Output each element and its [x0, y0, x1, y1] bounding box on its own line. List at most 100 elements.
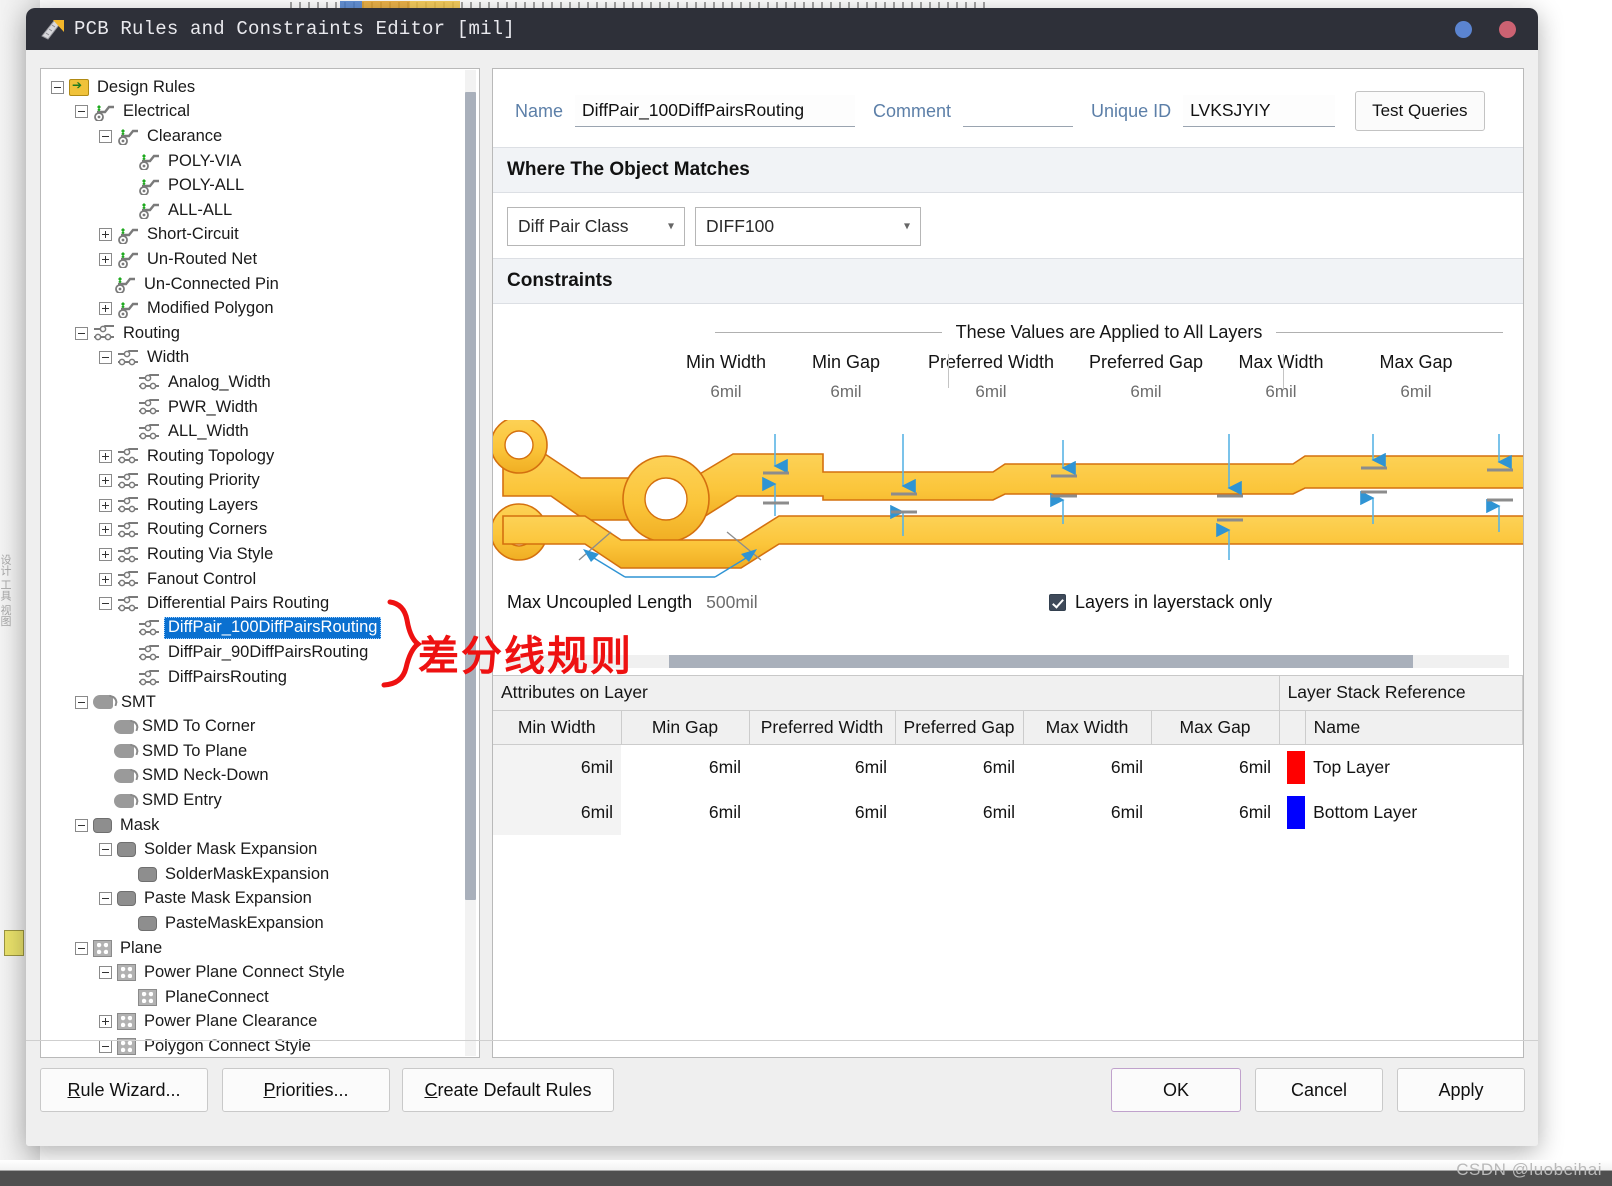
ok-button[interactable]: OK: [1111, 1068, 1241, 1112]
tree-node[interactable]: Modified Polygon: [41, 296, 479, 321]
col-min-width[interactable]: Min Width: [493, 710, 621, 744]
tree-node[interactable]: Power Plane Connect Style: [41, 960, 479, 985]
cancel-button[interactable]: Cancel: [1255, 1068, 1383, 1112]
collapse-toggle[interactable]: [51, 81, 64, 94]
cell-max-width[interactable]: 6mil: [1023, 790, 1151, 835]
tree-node[interactable]: Routing Corners: [41, 518, 479, 543]
expand-toggle[interactable]: [99, 302, 112, 315]
apply-button[interactable]: Apply: [1397, 1068, 1525, 1112]
tree-node[interactable]: DiffPair_100DiffPairsRouting: [41, 616, 479, 641]
tree-node[interactable]: Routing: [41, 321, 479, 346]
col-name[interactable]: Name: [1305, 710, 1522, 744]
tree-node[interactable]: Paste Mask Expansion: [41, 887, 479, 912]
expand-toggle[interactable]: [99, 548, 112, 561]
diffpair-class-select[interactable]: DIFF100 ▾: [695, 207, 921, 246]
col-preferred-gap[interactable]: Preferred Gap: [895, 710, 1023, 744]
tree-node[interactable]: DiffPairsRouting: [41, 665, 479, 690]
constraint-column-value[interactable]: 6mil: [1211, 382, 1351, 402]
constraint-column-value[interactable]: 6mil: [1076, 382, 1216, 402]
collapse-toggle[interactable]: [75, 327, 88, 340]
unique-id-input[interactable]: [1183, 95, 1335, 127]
cell-max-gap[interactable]: 6mil: [1151, 790, 1279, 835]
tree-node[interactable]: Design Rules: [41, 75, 479, 100]
tree-node[interactable]: SMT: [41, 690, 479, 715]
priorities-button[interactable]: Priorities...: [222, 1068, 390, 1112]
tree-node[interactable]: Solder Mask Expansion: [41, 837, 479, 862]
collapse-toggle[interactable]: [75, 942, 88, 955]
cell-min-gap[interactable]: 6mil: [621, 790, 749, 835]
collapse-toggle[interactable]: [75, 105, 88, 118]
cell-pref-width[interactable]: 6mil: [749, 790, 895, 835]
tree-scrollbar-thumb[interactable]: [465, 92, 476, 900]
tree-node[interactable]: ALL_Width: [41, 419, 479, 444]
tree-node[interactable]: Fanout Control: [41, 567, 479, 592]
tree-node[interactable]: SMD Neck-Down: [41, 764, 479, 789]
rule-name-input[interactable]: [575, 95, 855, 127]
tree-node[interactable]: PlaneConnect: [41, 985, 479, 1010]
tree-node[interactable]: POLY-ALL: [41, 173, 479, 198]
cell-min-width[interactable]: 6mil: [493, 744, 621, 790]
close-dot-icon[interactable]: [1499, 21, 1516, 38]
expand-toggle[interactable]: [99, 499, 112, 512]
tree-node[interactable]: SolderMaskExpansion: [41, 862, 479, 887]
tree-node[interactable]: PasteMaskExpansion: [41, 911, 479, 936]
tree-node[interactable]: PWR_Width: [41, 395, 479, 420]
rule-comment-input[interactable]: [963, 95, 1073, 127]
col-preferred-width[interactable]: Preferred Width: [749, 710, 895, 744]
test-queries-button[interactable]: Test Queries: [1355, 91, 1484, 131]
collapse-toggle[interactable]: [99, 843, 112, 856]
tree-node[interactable]: Short-Circuit: [41, 223, 479, 248]
tree-node[interactable]: Routing Via Style: [41, 542, 479, 567]
cell-max-gap[interactable]: 6mil: [1151, 744, 1279, 790]
tree-node[interactable]: Electrical: [41, 100, 479, 125]
col-min-gap[interactable]: Min Gap: [621, 710, 749, 744]
tree-node[interactable]: POLY-VIA: [41, 149, 479, 174]
tree-node[interactable]: Width: [41, 346, 479, 371]
cell-pref-gap[interactable]: 6mil: [895, 790, 1023, 835]
layers-in-layerstack-checkbox[interactable]: Layers in layerstack only: [1049, 592, 1272, 613]
constraint-column-value[interactable]: 6mil: [656, 382, 796, 402]
tree-node[interactable]: DiffPair_90DiffPairsRouting: [41, 641, 479, 666]
table-row[interactable]: 6mil6mil6mil6mil6mil6milBottom Layer: [493, 790, 1523, 835]
create-default-rules-button[interactable]: Create Default Rules: [402, 1068, 614, 1112]
collapse-toggle[interactable]: [99, 351, 112, 364]
expand-toggle[interactable]: [99, 474, 112, 487]
tree-node[interactable]: Routing Topology: [41, 444, 479, 469]
collapse-toggle[interactable]: [99, 597, 112, 610]
collapse-toggle[interactable]: [75, 696, 88, 709]
scope-select[interactable]: Diff Pair Class ▾: [507, 207, 685, 246]
tree-node[interactable]: SMD To Corner: [41, 714, 479, 739]
expand-toggle[interactable]: [99, 523, 112, 536]
minimize-dot-icon[interactable]: [1455, 21, 1472, 38]
tree-node[interactable]: Mask: [41, 813, 479, 838]
table-row[interactable]: 6mil6mil6mil6mil6mil6milTop Layer: [493, 744, 1523, 790]
tree-node[interactable]: SMD Entry: [41, 788, 479, 813]
rule-wizard-button[interactable]: Rule Wizard...: [40, 1068, 208, 1112]
expand-toggle[interactable]: [99, 573, 112, 586]
constraints-hscrollbar-thumb[interactable]: [669, 655, 1413, 668]
constraint-column-value[interactable]: 6mil: [921, 382, 1061, 402]
expand-toggle[interactable]: [99, 450, 112, 463]
tree-node[interactable]: Clearance: [41, 124, 479, 149]
col-max-gap[interactable]: Max Gap: [1151, 710, 1279, 744]
cell-pref-gap[interactable]: 6mil: [895, 744, 1023, 790]
tree-node[interactable]: Un-Connected Pin: [41, 272, 479, 297]
constraint-column-value[interactable]: 6mil: [776, 382, 916, 402]
tree-node[interactable]: Differential Pairs Routing: [41, 591, 479, 616]
collapse-toggle[interactable]: [99, 892, 112, 905]
tree-node[interactable]: Routing Layers: [41, 493, 479, 518]
cell-pref-width[interactable]: 6mil: [749, 744, 895, 790]
cell-max-width[interactable]: 6mil: [1023, 744, 1151, 790]
tree-node[interactable]: SMD To Plane: [41, 739, 479, 764]
col-max-width[interactable]: Max Width: [1023, 710, 1151, 744]
tree-node[interactable]: ALL-ALL: [41, 198, 479, 223]
cell-min-gap[interactable]: 6mil: [621, 744, 749, 790]
tree-node[interactable]: Analog_Width: [41, 370, 479, 395]
tree-node[interactable]: Un-Routed Net: [41, 247, 479, 272]
collapse-toggle[interactable]: [99, 130, 112, 143]
constraint-column-value[interactable]: 6mil: [1346, 382, 1486, 402]
expand-toggle[interactable]: [99, 228, 112, 241]
max-uncoupled-value[interactable]: 500mil: [706, 592, 758, 613]
tree-node[interactable]: Routing Priority: [41, 469, 479, 494]
design-rules-tree[interactable]: Design RulesElectricalClearancePOLY-VIAP…: [40, 68, 480, 1058]
